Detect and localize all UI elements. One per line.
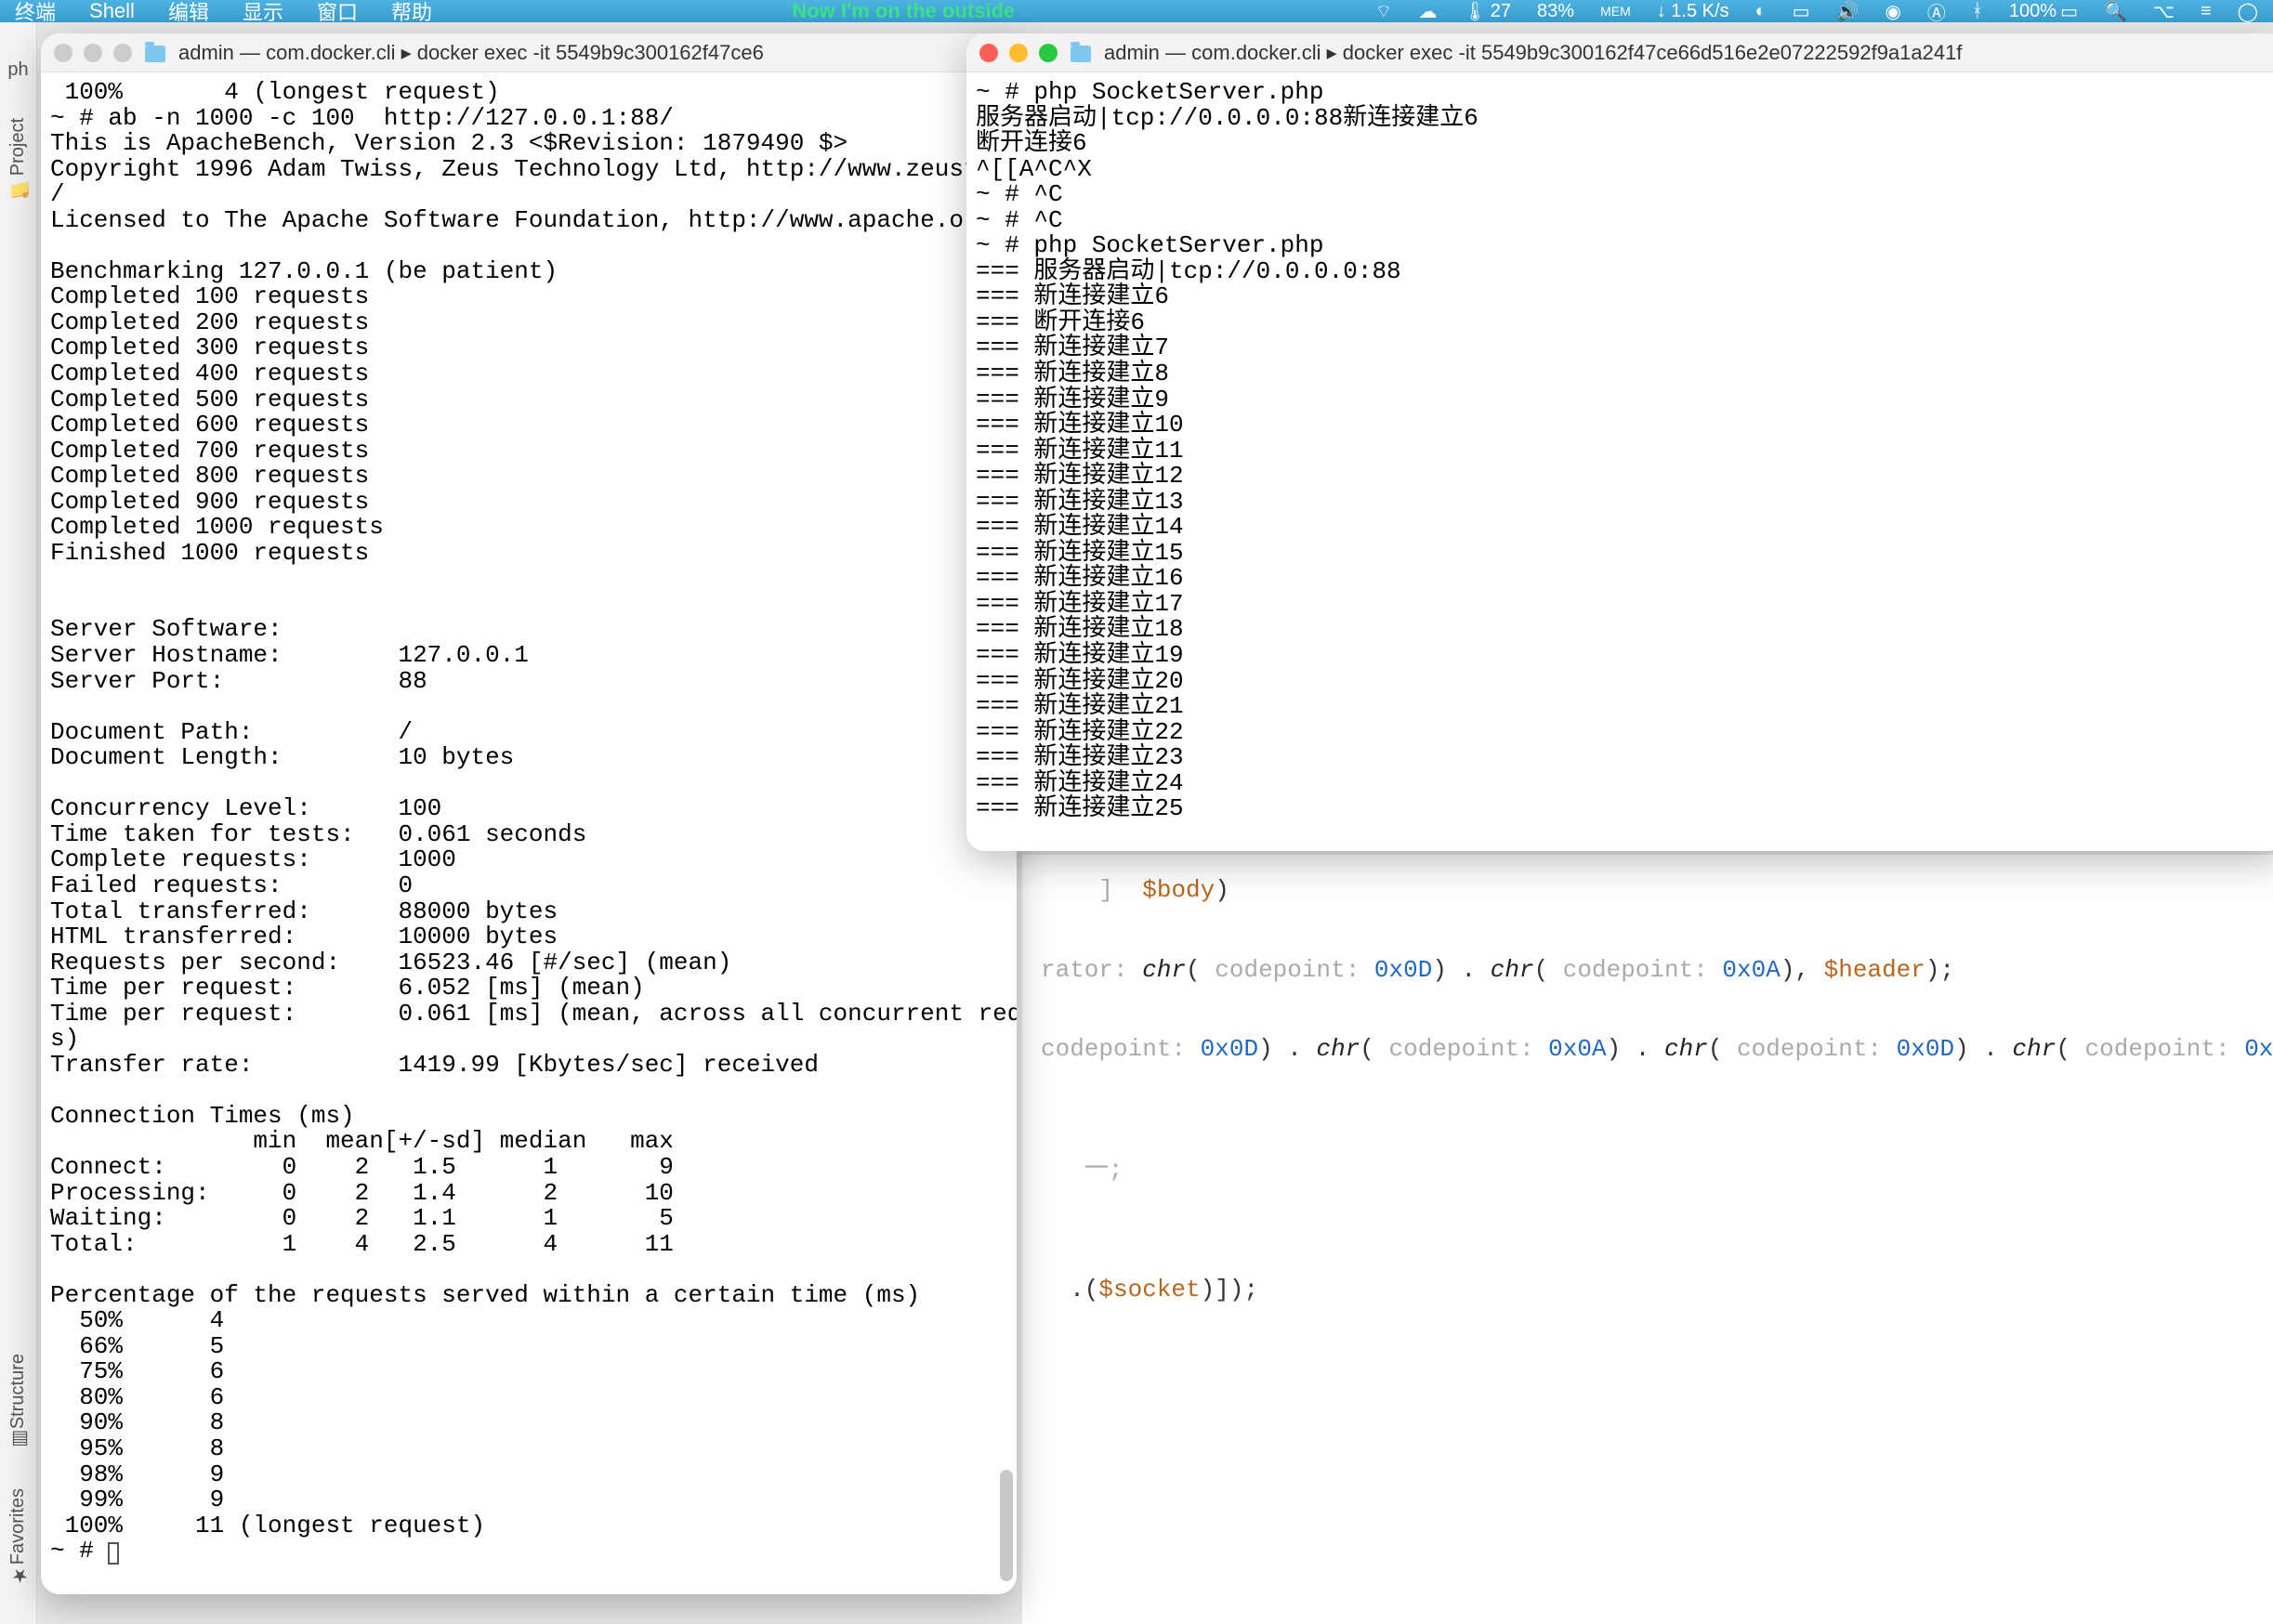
control-center-icon[interactable]: ⌥ xyxy=(2153,0,2174,23)
star-icon: ★ xyxy=(10,1570,27,1587)
now-playing: Now I'm on the outside xyxy=(466,0,1342,23)
editor-pane[interactable]: ] $body) rator: chr( codepoint: 0x0D) . … xyxy=(1022,855,2273,1624)
terminal-window-right[interactable]: admin — com.docker.cli ▸ docker exec -it… xyxy=(966,33,2273,851)
ide-tab-structure[interactable]: ▤ Structure xyxy=(7,1354,29,1451)
close-button[interactable] xyxy=(54,44,72,62)
terminal-window-left[interactable]: admin — com.docker.cli ▸ docker exec -it… xyxy=(41,33,1017,1594)
scrollbar-thumb[interactable] xyxy=(1000,1470,1013,1581)
menubar-item-help[interactable]: 帮助 xyxy=(391,0,432,26)
wifi-icon[interactable]: ⌔ xyxy=(1375,0,1393,23)
display-icon[interactable]: ▭ xyxy=(1793,0,1810,23)
terminal-output-left[interactable]: 100% 4 (longest request) ~ # ab -n 1000 … xyxy=(41,72,1017,1594)
menubar-item-view[interactable]: 显示 xyxy=(243,0,283,26)
folder-icon xyxy=(145,46,165,62)
maximize-button[interactable] xyxy=(1039,44,1058,62)
terminal-output-right[interactable]: ~ # php SocketServer.php 服务器启动|tcp://0.0… xyxy=(966,72,2273,851)
traffic-lights-right[interactable] xyxy=(979,44,1058,62)
mem-label: MEM xyxy=(1600,4,1631,19)
menubar-item-shell[interactable]: Shell xyxy=(89,0,135,23)
siri-icon[interactable]: ◯ xyxy=(2238,0,2258,23)
temperature-readout: 🌡 27 xyxy=(1463,0,1511,23)
minimize-button[interactable] xyxy=(1009,44,1028,62)
ide-sidebar: ph 📁 Project ▤ Structure ★ Favorites xyxy=(0,22,37,1624)
folder-icon: 📁 xyxy=(10,181,27,198)
window-title-right: admin — com.docker.cli ▸ docker exec -it… xyxy=(1104,41,2273,65)
titlebar-right[interactable]: admin — com.docker.cli ▸ docker exec -it… xyxy=(966,33,2273,72)
structure-icon: ▤ xyxy=(10,1434,27,1451)
ide-tab-ph[interactable]: ph xyxy=(7,59,28,81)
appstore-icon[interactable]: Ⓐ xyxy=(1927,0,1946,25)
battery-readout: 100% ▭ xyxy=(2009,0,2078,23)
close-button[interactable] xyxy=(979,44,998,62)
cloud-icon[interactable]: ☁︎ xyxy=(1418,0,1437,23)
titlebar-left[interactable]: admin — com.docker.cli ▸ docker exec -it… xyxy=(41,33,1017,72)
sound-icon[interactable]: 🔊 xyxy=(1836,0,1859,23)
maximize-button[interactable] xyxy=(113,44,132,62)
spotlight-icon[interactable]: 🔍 xyxy=(2104,0,2127,23)
ide-tab-favorites[interactable]: ★ Favorites xyxy=(7,1488,29,1587)
net-down: ↓ 1.5 K/s xyxy=(1657,1,1729,22)
bluetooth-icon[interactable]: ᚼ xyxy=(1972,1,1983,22)
window-title-left: admin — com.docker.cli ▸ docker exec -it… xyxy=(178,41,1004,65)
cpu-readout: 83% xyxy=(1537,1,1574,22)
menubar-item-edit[interactable]: 编辑 xyxy=(168,0,209,26)
minimize-button[interactable] xyxy=(84,44,102,62)
notification-icon[interactable]: ≡ xyxy=(2201,1,2212,22)
screenrec-icon[interactable]: ◉ xyxy=(1885,0,1900,23)
traffic-lights-left[interactable] xyxy=(54,44,132,62)
menubar: 终端 Shell 编辑 显示 窗口 帮助 Now I'm on the outs… xyxy=(0,0,2273,22)
folder-icon xyxy=(1071,46,1091,62)
ide-tab-project[interactable]: 📁 Project xyxy=(7,118,29,198)
do-not-disturb-icon[interactable]: ◐ xyxy=(1755,1,1767,22)
menubar-status-right: ⌔ ☁︎ 🌡 27 83% MEM ↓ 1.5 K/s ◐ ▭ 🔊 ◉ Ⓐ ᚼ … xyxy=(1375,0,2258,25)
menubar-item-window[interactable]: 窗口 xyxy=(317,0,358,26)
